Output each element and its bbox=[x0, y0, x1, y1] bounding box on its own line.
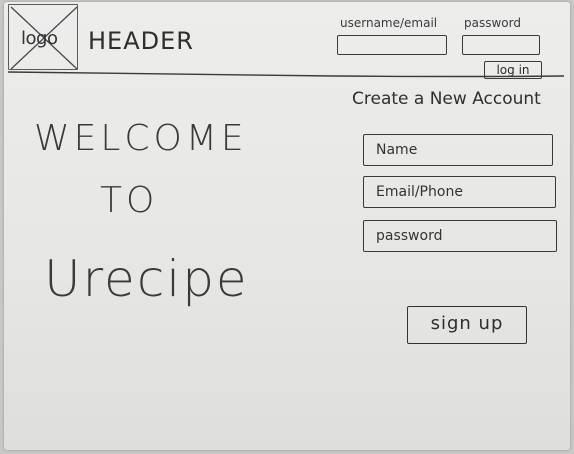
logo-placeholder: logo bbox=[8, 4, 78, 70]
header-divider bbox=[7, 71, 565, 78]
email-phone-field[interactable]: Email/Phone bbox=[363, 176, 556, 208]
password-field[interactable]: password bbox=[363, 220, 557, 252]
signup-title: Create a New Account bbox=[352, 89, 541, 109]
name-field[interactable]: Name bbox=[363, 134, 553, 166]
sign-up-button[interactable]: sign up bbox=[407, 306, 527, 344]
username-input[interactable] bbox=[337, 35, 447, 55]
page-title: HEADER bbox=[88, 27, 194, 55]
name-placeholder: Name bbox=[376, 142, 418, 158]
welcome-line-1: WELCOME bbox=[34, 118, 248, 159]
email-placeholder: Email/Phone bbox=[376, 184, 463, 200]
welcome-brand: Urecipe bbox=[44, 250, 249, 308]
password-label: password bbox=[464, 16, 521, 30]
logo-text: logo bbox=[21, 28, 58, 49]
password-placeholder: password bbox=[376, 228, 443, 244]
username-label: username/email bbox=[340, 16, 438, 30]
password-input[interactable] bbox=[462, 35, 540, 55]
welcome-line-2: TO bbox=[100, 180, 159, 221]
